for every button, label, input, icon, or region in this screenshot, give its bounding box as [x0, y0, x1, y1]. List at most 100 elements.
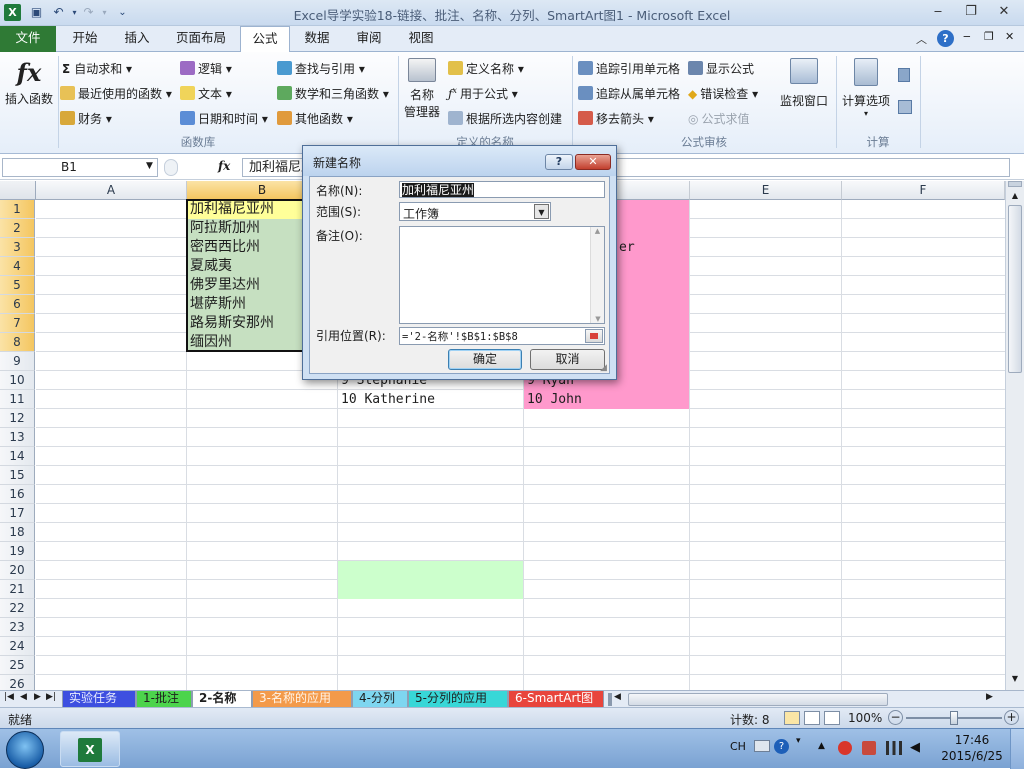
row-header[interactable]: 25: [0, 656, 35, 675]
row-header[interactable]: 11: [0, 390, 35, 409]
column-header-f[interactable]: F: [842, 181, 1005, 200]
show-formulas-button[interactable]: 显示公式: [688, 60, 754, 77]
calculation-options-button[interactable]: 计算选项 ▾: [840, 56, 892, 124]
collapse-dialog-icon[interactable]: [585, 329, 603, 343]
dialog-close-button[interactable]: ✕: [575, 154, 611, 170]
use-in-formula-button[interactable]: ƒx 用于公式 ▾: [448, 85, 518, 102]
row-header[interactable]: 10: [0, 371, 35, 390]
create-from-selection-button[interactable]: 根据所选内容创建: [448, 110, 562, 127]
row-header[interactable]: 5: [0, 276, 35, 295]
ime-options-icon[interactable]: ▾: [796, 736, 801, 746]
recent-functions-button[interactable]: 最近使用的函数 ▾: [60, 85, 172, 102]
datetime-button[interactable]: 日期和时间 ▾: [180, 110, 268, 127]
show-desktop-button[interactable]: [1010, 729, 1024, 769]
security-tray-icon[interactable]: [838, 741, 852, 755]
show-hidden-icons[interactable]: ▲: [818, 741, 825, 751]
cell-c11[interactable]: 10 Katherine: [338, 390, 523, 409]
scope-select[interactable]: 工作簿 ▼: [399, 202, 551, 221]
row-header[interactable]: 4: [0, 257, 35, 276]
name-manager-button[interactable]: 名称 管理器: [402, 56, 442, 128]
refers-to-input[interactable]: ='2-名称'!$B$1:$B$8: [399, 327, 605, 345]
name-box[interactable]: B1: [2, 158, 158, 177]
row-header[interactable]: 21: [0, 580, 35, 599]
row-header[interactable]: 2: [0, 219, 35, 238]
row-header[interactable]: 14: [0, 447, 35, 466]
insert-function-button[interactable]: fx 插入函数: [4, 56, 54, 116]
column-header-e[interactable]: E: [690, 181, 842, 200]
formula-bar-grip-icon[interactable]: [164, 159, 178, 176]
normal-view-icon[interactable]: [784, 711, 800, 725]
tab-page-layout[interactable]: 页面布局: [168, 26, 234, 52]
autosum-button[interactable]: Σ 自动求和 ▾: [62, 60, 132, 77]
ribbon-minimize-icon[interactable]: ︿: [916, 31, 927, 47]
hscroll-left-icon[interactable]: ◀: [614, 692, 621, 702]
scroll-up-icon[interactable]: ▲: [1008, 189, 1022, 203]
horizontal-scroll-thumb[interactable]: [628, 693, 888, 706]
zoom-in-icon[interactable]: +: [1004, 710, 1019, 725]
more-functions-button[interactable]: 其他函数 ▾: [277, 110, 353, 127]
doc-restore-icon[interactable]: ❐: [984, 30, 994, 43]
calculate-sheet-icon[interactable]: [898, 100, 912, 114]
financial-button[interactable]: 财务 ▾: [60, 110, 112, 127]
row-header[interactable]: 15: [0, 466, 35, 485]
text-button[interactable]: 文本 ▾: [180, 85, 232, 102]
fx-button[interactable]: fx: [218, 159, 230, 173]
trace-precedents-button[interactable]: 追踪引用单元格: [578, 60, 680, 77]
tab-insert[interactable]: 插入: [114, 26, 160, 52]
zoom-slider-thumb[interactable]: [950, 711, 958, 725]
row-header[interactable]: 7: [0, 314, 35, 333]
zoom-out-icon[interactable]: −: [888, 710, 903, 725]
scroll-down-icon[interactable]: ▼: [1008, 672, 1022, 686]
sheet-tab-tasks[interactable]: 实验任务: [62, 691, 136, 708]
cell-d3-partial[interactable]: er: [616, 238, 676, 257]
tab-data[interactable]: 数据: [296, 26, 338, 52]
zoom-level[interactable]: 100%: [848, 711, 882, 725]
ime-help-icon[interactable]: ?: [774, 739, 789, 754]
watch-window-button[interactable]: 监视窗口: [776, 56, 832, 116]
row-header[interactable]: 13: [0, 428, 35, 447]
cancel-button[interactable]: 取消: [530, 349, 605, 370]
keyboard-icon[interactable]: [754, 740, 770, 752]
volume-tray-icon[interactable]: [862, 741, 876, 755]
page-layout-view-icon[interactable]: [804, 711, 820, 725]
sheet-tab-split-apply[interactable]: 5-分列的应用: [408, 691, 508, 708]
sheet-tab-split[interactable]: 4-分列: [352, 691, 408, 708]
column-header-a[interactable]: A: [36, 181, 187, 200]
row-header[interactable]: 19: [0, 542, 35, 561]
language-indicator[interactable]: CH: [730, 740, 746, 753]
ok-button[interactable]: 确定: [448, 349, 522, 370]
tab-split-handle[interactable]: [608, 693, 612, 706]
row-header[interactable]: 9: [0, 352, 35, 371]
remove-arrows-button[interactable]: 移去箭头 ▾: [578, 110, 654, 127]
row-header[interactable]: 26: [0, 675, 35, 690]
excel-taskbar-button[interactable]: X: [60, 731, 120, 767]
row-header[interactable]: 17: [0, 504, 35, 523]
row-header[interactable]: 18: [0, 523, 35, 542]
row-header[interactable]: 24: [0, 637, 35, 656]
scroll-thumb[interactable]: [1008, 205, 1022, 373]
comment-textarea[interactable]: ▲ ▼: [399, 226, 605, 324]
row-header[interactable]: 20: [0, 561, 35, 580]
doc-minimize-icon[interactable]: ‒: [963, 29, 971, 43]
doc-close-icon[interactable]: ✕: [1005, 30, 1014, 43]
dialog-help-button[interactable]: ?: [545, 154, 573, 170]
next-sheet-icon[interactable]: ▶: [34, 692, 41, 702]
scope-dropdown-icon[interactable]: ▼: [534, 204, 549, 219]
tab-review[interactable]: 审阅: [348, 26, 390, 52]
tab-formulas[interactable]: 公式: [240, 26, 290, 53]
row-header[interactable]: 1: [0, 200, 35, 219]
first-sheet-icon[interactable]: |◀: [4, 692, 14, 702]
sheet-tab-names-apply[interactable]: 3-名称的应用: [252, 691, 352, 708]
row-header[interactable]: 12: [0, 409, 35, 428]
select-all-corner[interactable]: [0, 181, 36, 200]
start-orb-icon[interactable]: [6, 731, 44, 769]
prev-sheet-icon[interactable]: ◀: [20, 692, 27, 702]
calculate-now-icon[interactable]: [898, 68, 910, 82]
minimize-button[interactable]: ‒: [924, 3, 952, 21]
sheet-tab-names[interactable]: 2-名称: [192, 691, 252, 708]
name-input[interactable]: 加利福尼亚州: [399, 181, 605, 198]
row-header[interactable]: 23: [0, 618, 35, 637]
lookup-button[interactable]: 查找与引用 ▾: [277, 60, 365, 77]
tab-view[interactable]: 视图: [400, 26, 442, 52]
sheet-tab-comments[interactable]: 1-批注: [136, 691, 192, 708]
